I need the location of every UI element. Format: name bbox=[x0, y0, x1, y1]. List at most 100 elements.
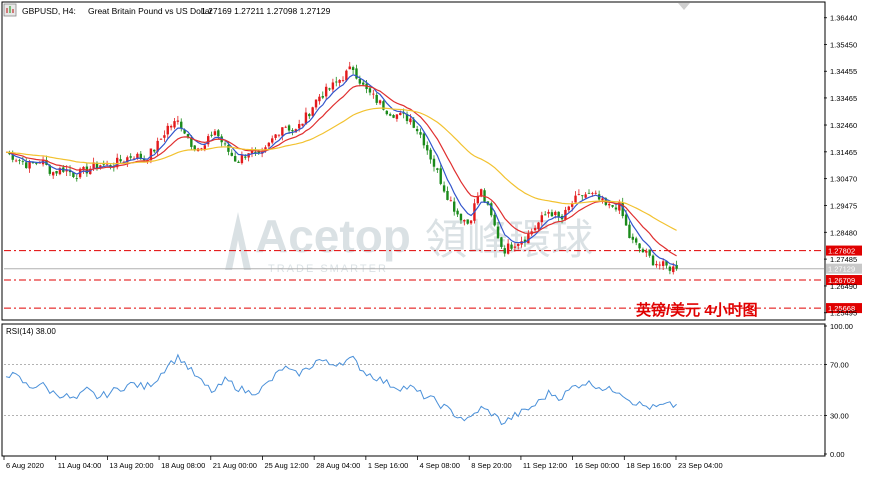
bear-candle bbox=[375, 94, 378, 103]
time-tick-label: 16 Sep 00:00 bbox=[575, 461, 620, 470]
watermark-brand-en: Acetop bbox=[255, 210, 411, 262]
bull-candle bbox=[574, 195, 577, 203]
bear-candle bbox=[223, 143, 227, 145]
chart-caption: 英镑/美元 4小时图 bbox=[636, 301, 758, 319]
bear-candle bbox=[624, 214, 628, 226]
bull-candle bbox=[469, 220, 473, 224]
price-tick-label: 1.29475 bbox=[830, 201, 857, 210]
bear-candle bbox=[328, 88, 331, 90]
bear-candle bbox=[581, 195, 584, 197]
bear-candle bbox=[459, 213, 463, 221]
bull-candle bbox=[372, 93, 375, 95]
bear-candle bbox=[153, 149, 156, 152]
bear-candle bbox=[217, 130, 220, 137]
bear-candle bbox=[453, 201, 456, 212]
bull-candle bbox=[527, 233, 530, 244]
bull-candle bbox=[159, 138, 163, 140]
bear-candle bbox=[638, 243, 641, 249]
bear-candle bbox=[426, 145, 429, 151]
bull-candle bbox=[271, 138, 274, 143]
bear-candle bbox=[291, 130, 294, 132]
bull-candle bbox=[213, 131, 217, 135]
bull-candle bbox=[163, 135, 166, 138]
bear-candle bbox=[102, 164, 105, 166]
bull-candle bbox=[658, 264, 661, 266]
time-tick-label: 18 Aug 08:00 bbox=[161, 461, 205, 470]
bear-candle bbox=[631, 236, 635, 240]
bear-candle bbox=[335, 81, 338, 83]
bull-candle bbox=[591, 193, 594, 195]
bull-candle bbox=[601, 198, 604, 201]
bear-candle bbox=[500, 237, 503, 247]
price-chart[interactable]: Acetop 領峰環球 TRADE SMARTER 1.278021.26709… bbox=[0, 0, 870, 476]
bull-candle bbox=[594, 192, 597, 194]
bull-candle bbox=[176, 120, 180, 122]
bull-candle bbox=[166, 125, 169, 135]
bull-candle bbox=[274, 134, 277, 138]
bull-candle bbox=[311, 107, 314, 116]
symbol-label: GBPUSD, H4: bbox=[22, 6, 76, 16]
price-tick-label: 1.27485 bbox=[830, 255, 857, 264]
bear-candle bbox=[18, 160, 21, 161]
bear-candle bbox=[419, 132, 422, 135]
rsi-label: RSI(14) 38.00 bbox=[6, 327, 56, 336]
bear-candle bbox=[651, 255, 655, 266]
bear-candle bbox=[210, 134, 213, 136]
bull-candle bbox=[277, 134, 281, 136]
bear-candle bbox=[550, 212, 554, 217]
bear-candle bbox=[496, 226, 500, 239]
time-tick-label: 4 Sep 08:00 bbox=[420, 461, 460, 470]
bear-candle bbox=[193, 145, 196, 150]
bull-candle bbox=[240, 155, 244, 164]
bull-candle bbox=[173, 121, 176, 128]
current-price-label: 1.27129 bbox=[828, 265, 855, 274]
rsi-tick-label: 30.00 bbox=[830, 412, 849, 421]
bull-candle bbox=[554, 211, 557, 216]
bear-candle bbox=[25, 162, 28, 168]
bear-candle bbox=[641, 249, 645, 253]
ohlc-readout: 1.27169 1.27211 1.27098 1.27129 bbox=[201, 6, 331, 16]
bear-candle bbox=[668, 266, 672, 271]
bull-candle bbox=[331, 82, 335, 90]
price-tick-label: 1.31465 bbox=[830, 148, 857, 157]
time-tick-label: 28 Aug 04:00 bbox=[316, 461, 360, 470]
bull-candle bbox=[301, 123, 304, 126]
bear-candle bbox=[308, 114, 311, 117]
bear-candle bbox=[119, 159, 122, 162]
bull-candle bbox=[540, 215, 544, 223]
time-tick-label: 21 Aug 00:00 bbox=[213, 461, 257, 470]
time-tick-label: 11 Sep 12:00 bbox=[523, 461, 567, 470]
bull-candle bbox=[314, 99, 318, 108]
price-tick-label: 1.25495 bbox=[830, 309, 857, 318]
price-tick-label: 1.28480 bbox=[830, 228, 857, 237]
bear-candle bbox=[180, 121, 183, 129]
bear-candle bbox=[244, 156, 247, 158]
bull-candle bbox=[338, 79, 341, 83]
bear-candle bbox=[628, 224, 631, 239]
bull-candle bbox=[297, 124, 301, 129]
price-tick-label: 1.34455 bbox=[830, 67, 857, 76]
price-tick-label: 1.35450 bbox=[830, 40, 857, 49]
rsi-tick-label: 100.00 bbox=[830, 322, 853, 331]
bear-candle bbox=[75, 178, 78, 180]
chart-window: Acetop 領峰環球 TRADE SMARTER 1.27802 1.26709… bbox=[0, 0, 870, 476]
bear-candle bbox=[466, 219, 469, 224]
bull-candle bbox=[200, 148, 203, 150]
bull-candle bbox=[661, 261, 665, 266]
bull-candle bbox=[577, 194, 581, 195]
bull-candle bbox=[378, 100, 382, 104]
bear-candle bbox=[634, 238, 638, 243]
bear-candle bbox=[233, 156, 237, 162]
bull-candle bbox=[28, 161, 31, 169]
price-tick-label: 1.30470 bbox=[830, 175, 857, 184]
bull-candle bbox=[449, 200, 453, 202]
bear-candle bbox=[429, 149, 432, 160]
bull-candle bbox=[399, 113, 402, 116]
time-tick-label: 8 Sep 20:00 bbox=[471, 461, 511, 470]
bear-candle bbox=[456, 210, 459, 215]
bear-candle bbox=[432, 158, 436, 167]
bull-candle bbox=[284, 126, 287, 128]
bull-candle bbox=[537, 222, 540, 230]
rsi-tick-label: 0.00 bbox=[830, 450, 845, 459]
bull-candle bbox=[463, 219, 466, 222]
